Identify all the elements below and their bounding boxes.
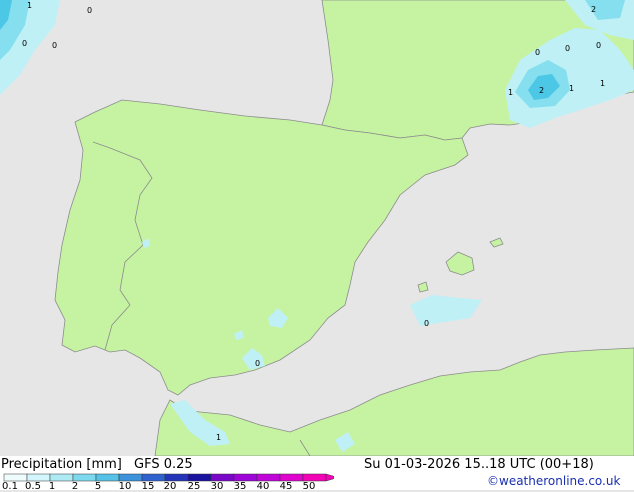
scale-color-box <box>72 473 97 482</box>
scale-color-box <box>210 473 235 482</box>
scale-tick: 35 <box>233 481 247 492</box>
scale-tick: 0.1 <box>2 481 18 492</box>
scale-tick: 10 <box>118 481 132 492</box>
contour-label: 1 <box>216 433 221 442</box>
contour-label: 0 <box>424 319 429 328</box>
scale-color-box <box>95 473 120 482</box>
scale-tick: 1 <box>48 481 56 492</box>
scale-tick: 0.5 <box>25 481 41 492</box>
contour-label: 0 <box>596 41 601 50</box>
contour-label: 0 <box>565 44 570 53</box>
scale-color-box <box>256 473 281 482</box>
scale-tick: 15 <box>141 481 155 492</box>
contour-label: 2 <box>539 86 544 95</box>
scale-color-box <box>49 473 74 482</box>
scale-tick: 25 <box>187 481 201 492</box>
model-label: GFS 0.25 <box>134 457 193 472</box>
scale-color-box <box>118 473 143 482</box>
contour-label: 1 <box>27 1 32 10</box>
contour-label: 1 <box>569 84 574 93</box>
scale-color-box <box>187 473 212 482</box>
contour-label: 1 <box>508 88 513 97</box>
contour-label: 0 <box>87 6 92 15</box>
scale-color-box <box>233 473 258 482</box>
scale-tick: 50 <box>302 481 316 492</box>
scale-color-box <box>302 473 327 482</box>
scale-color-box <box>141 473 166 482</box>
valid-time: Su 01-03-2026 15..18 UTC (00+18) <box>364 457 594 472</box>
credit-link[interactable]: ©weatheronline.co.uk <box>487 475 620 488</box>
legend-footer: Precipitation [mm] GFS 0.25 Su 01-03-202… <box>0 456 634 492</box>
scale-color-box <box>279 473 304 482</box>
contour-label: 1 <box>600 79 605 88</box>
map-title: Precipitation [mm] GFS 0.25 <box>1 458 193 472</box>
scale-tick: 2 <box>71 481 79 492</box>
contour-label: 2 <box>591 5 596 14</box>
contour-label: 0 <box>22 39 27 48</box>
scale-tick: 30 <box>210 481 224 492</box>
scale-arrow <box>325 473 334 482</box>
contour-label: 0 <box>52 41 57 50</box>
scale-color-box <box>164 473 189 482</box>
parameter-label: Precipitation [mm] <box>1 457 122 472</box>
precipitation-map: 1 0 0 0 2 0 0 0 1 2 1 1 0 0 1 <box>0 0 634 490</box>
scale-color-box <box>26 473 51 482</box>
contour-label: 0 <box>255 359 260 368</box>
scale-tick: 20 <box>163 481 177 492</box>
scale-tick: 40 <box>256 481 270 492</box>
scale-tick: 5 <box>94 481 102 492</box>
scale-tick: 45 <box>279 481 293 492</box>
scale-color-box <box>3 473 28 482</box>
contour-label: 0 <box>535 48 540 57</box>
scale-tick-labels: 0.1 0.5 1 2 5 10 15 20 25 30 35 40 45 50 <box>0 481 340 492</box>
